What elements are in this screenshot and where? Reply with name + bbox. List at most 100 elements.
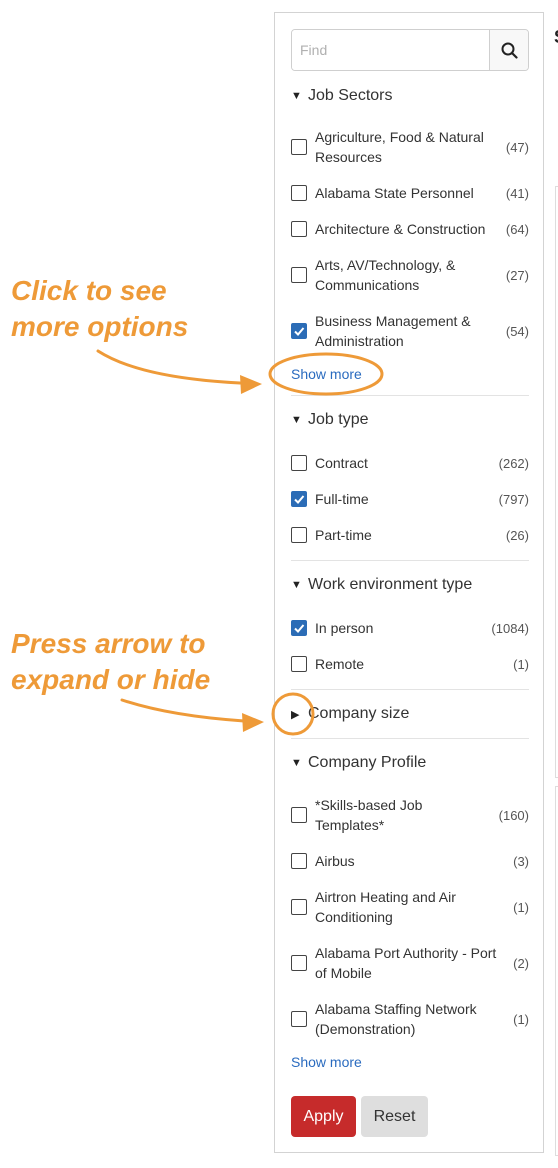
- search-input[interactable]: [292, 30, 489, 70]
- checkbox[interactable]: [291, 221, 307, 237]
- option-count: (1): [513, 656, 529, 672]
- filter-option[interactable]: Architecture & Construction (64): [291, 219, 529, 239]
- filter-panel: ▼ Job Sectors Agriculture, Food & Natura…: [274, 12, 544, 1153]
- reset-button[interactable]: Reset: [361, 1096, 428, 1137]
- divider: [291, 689, 529, 690]
- filter-option[interactable]: Airbus (3): [291, 851, 529, 871]
- search-button[interactable]: [489, 30, 528, 70]
- option-count: (41): [505, 185, 529, 201]
- checkbox[interactable]: [291, 267, 307, 283]
- show-more-link[interactable]: Show more: [291, 366, 362, 382]
- expanded-arrow-icon[interactable]: ▼: [291, 414, 302, 426]
- filter-option[interactable]: Alabama Port Authority - Port of Mobile …: [291, 943, 529, 983]
- filter-option[interactable]: Agriculture, Food & Natural Resources (4…: [291, 127, 529, 167]
- checkbox[interactable]: [291, 455, 307, 471]
- divider: [291, 560, 529, 561]
- checkmark-icon: [294, 495, 305, 504]
- option-label: Alabama State Personnel: [315, 185, 474, 201]
- search-icon: [501, 42, 518, 59]
- filter-option[interactable]: Airtron Heating and Air Conditioning (1): [291, 887, 529, 927]
- section-title: Company Profile: [308, 754, 427, 771]
- apply-button[interactable]: Apply: [291, 1096, 356, 1137]
- annotation-line: expand or hide: [11, 664, 211, 695]
- option-label: In person: [315, 620, 374, 636]
- annotation-line: Press arrow to: [11, 628, 206, 659]
- option-label: Business Management & Administration: [315, 313, 471, 349]
- checkbox[interactable]: [291, 807, 307, 823]
- show-more-link[interactable]: Show more: [291, 1054, 362, 1070]
- option-label: *Skills-based Job Templates*: [315, 797, 423, 833]
- section-title: Work environment type: [308, 576, 473, 593]
- checkbox[interactable]: [291, 185, 307, 201]
- section-title: Job Sectors: [308, 87, 393, 104]
- filter-option[interactable]: Contract (262): [291, 453, 529, 473]
- checkbox[interactable]: [291, 955, 307, 971]
- option-label: Airtron Heating and Air Conditioning: [315, 889, 456, 925]
- option-label: Airbus: [315, 853, 355, 869]
- annotation-show-more: Click to see more options: [11, 273, 188, 345]
- clipped-heading-char: S: [554, 27, 558, 48]
- option-count: (47): [505, 139, 529, 155]
- annotation-expand-arrow: Press arrow to expand or hide: [11, 626, 210, 698]
- divider: [291, 395, 529, 396]
- checkbox[interactable]: [291, 527, 307, 543]
- option-count: (797): [498, 491, 529, 507]
- section-toggle-company-size[interactable]: ▶ Company size: [291, 705, 409, 723]
- filter-option[interactable]: Alabama Staffing Network (Demonstration)…: [291, 999, 529, 1039]
- option-count: (160): [498, 807, 529, 823]
- checkmark-icon: [294, 327, 305, 336]
- section-toggle-job-type[interactable]: ▼ Job type: [291, 411, 368, 429]
- option-label: Arts, AV/Technology, & Communications: [315, 257, 456, 293]
- expanded-arrow-icon[interactable]: ▼: [291, 90, 302, 102]
- checkbox[interactable]: [291, 656, 307, 672]
- option-count: (26): [505, 527, 529, 543]
- option-count: (1084): [491, 620, 529, 636]
- annotation-line: more options: [11, 311, 189, 342]
- filter-option[interactable]: Alabama State Personnel (41): [291, 183, 529, 203]
- option-count: (54): [505, 323, 529, 339]
- filter-option[interactable]: Part-time (26): [291, 525, 529, 545]
- option-count: (262): [498, 455, 529, 471]
- section-toggle-job-sectors[interactable]: ▼ Job Sectors: [291, 87, 392, 105]
- section-toggle-work-environment[interactable]: ▼ Work environment type: [291, 576, 472, 594]
- section-toggle-company-profile[interactable]: ▼ Company Profile: [291, 754, 426, 772]
- checkbox-checked[interactable]: [291, 323, 307, 339]
- option-count: (2): [513, 955, 529, 971]
- filter-option[interactable]: *Skills-based Job Templates* (160): [291, 795, 529, 835]
- checkbox[interactable]: [291, 1011, 307, 1027]
- filter-option[interactable]: Business Management & Administration (54…: [291, 311, 529, 351]
- section-title: Job type: [308, 411, 369, 428]
- annotation-line: Click to see: [11, 275, 167, 306]
- expanded-arrow-icon[interactable]: ▼: [291, 579, 302, 591]
- filter-option[interactable]: Remote (1): [291, 654, 529, 674]
- checkbox[interactable]: [291, 853, 307, 869]
- section-title: Company size: [308, 705, 410, 722]
- option-label: Agriculture, Food & Natural Resources: [315, 129, 484, 165]
- option-label: Alabama Port Authority - Port of Mobile: [315, 945, 497, 981]
- filter-option[interactable]: In person (1084): [291, 618, 529, 638]
- option-label: Alabama Staffing Network (Demonstration): [315, 1001, 477, 1037]
- option-count: (1): [513, 899, 529, 915]
- option-label: Architecture & Construction: [315, 221, 486, 237]
- show-more-callout-arrow: [96, 349, 262, 394]
- collapsed-arrow-icon[interactable]: ▶: [291, 708, 301, 721]
- option-count: (3): [513, 853, 529, 869]
- option-count: (64): [505, 221, 529, 237]
- checkbox-checked[interactable]: [291, 491, 307, 507]
- option-label: Contract: [315, 455, 368, 471]
- search-box: [291, 29, 529, 71]
- checkbox[interactable]: [291, 899, 307, 915]
- filter-option[interactable]: Arts, AV/Technology, & Communications (2…: [291, 255, 529, 295]
- expanded-arrow-icon[interactable]: ▼: [291, 757, 302, 769]
- option-label: Full-time: [315, 491, 369, 507]
- option-label: Part-time: [315, 527, 372, 543]
- checkbox[interactable]: [291, 139, 307, 155]
- checkmark-icon: [294, 624, 305, 633]
- checkbox-checked[interactable]: [291, 620, 307, 636]
- option-count: (1): [513, 1011, 529, 1027]
- option-count: (27): [505, 267, 529, 283]
- divider: [291, 738, 529, 739]
- option-label: Remote: [315, 656, 365, 672]
- expand-arrow-callout-arrow: [120, 698, 264, 732]
- filter-option[interactable]: Full-time (797): [291, 489, 529, 509]
